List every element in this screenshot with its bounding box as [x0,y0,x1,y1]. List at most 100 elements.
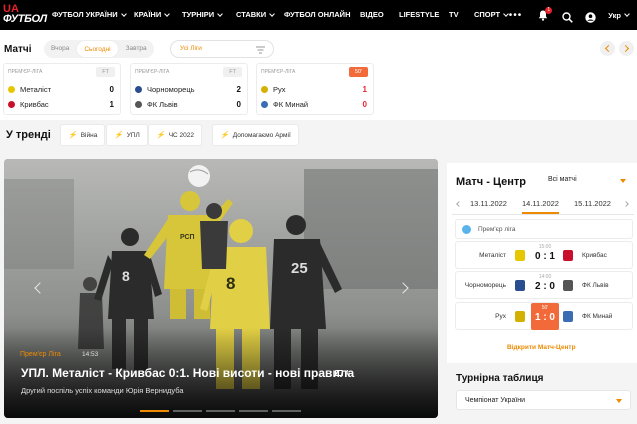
nav-item-label: ФУТБОЛ УКРАЇНИ [52,10,118,19]
user-account-icon[interactable] [585,10,596,23]
hero-title[interactable]: УПЛ. Металіст - Кривбас 0:1. Нові висоти… [21,366,354,380]
team-name: ФК Львів [147,99,178,109]
slide-indicator[interactable] [272,410,301,412]
nav-item[interactable]: КРАЇНИ [134,10,171,19]
match-center-filter-select[interactable]: Всі матчі [548,176,630,188]
nav-item[interactable]: LIFESTYLE [399,10,439,19]
match-center-row[interactable]: Металіст 15:00 0 : 1 Кривбас [455,241,633,269]
home-team-crest-icon [515,280,525,291]
match-center-row[interactable]: Рух 50' 1 : 0 ФК Минай [455,302,633,330]
day-tabs: Вчора Сьогодні Завтра [44,40,154,58]
standings-league-select[interactable]: Чемпіонат України [456,390,631,410]
hero-category[interactable]: Прем'єр Ліга [20,351,61,358]
team-name: Кривбас [20,99,49,109]
home-team-crest-icon [515,250,525,261]
league-filter-value: Усі Ліги [180,45,202,52]
team-name: ФК Минай [273,99,309,109]
nav-item-label: СТАВКИ [236,10,267,19]
chevron-down-icon [120,10,127,17]
top-navigation-bar: UA ФУТБОЛ ФУТБОЛ УКРАЇНИ КРАЇНИ ТУРНІРИ СТА… [0,0,637,30]
match-center-row[interactable]: Чорноморець 14:00 2 : 0 ФК Львів [455,271,633,299]
matches-prev-button[interactable] [600,41,615,56]
svg-text:25: 25 [291,260,308,277]
open-match-center-link[interactable]: Відкрити Матч-Центр [507,344,576,351]
lightning-icon: ⚡ [114,132,123,139]
svg-text:8: 8 [122,268,130,284]
slide-indicator[interactable] [206,410,235,412]
language-label: Укр [608,10,621,20]
trending-tag-label: УПЛ [126,131,140,139]
hero-comments[interactable]: 4 [335,368,349,378]
trending-tag[interactable]: ⚡ ЧС 2022 [148,124,203,146]
match-card-team-row: ФК Минай 0 [261,98,367,110]
team-crest-icon [135,85,142,93]
team-score: 1 [109,99,114,109]
away-team-name: ФК Львів [582,282,609,289]
nav-item[interactable]: СПОРТ [474,10,509,19]
trending-tag[interactable]: ⚡ Війна [60,124,106,146]
nav-item[interactable]: СТАВКИ [236,10,275,19]
site-logo[interactable]: UA ФУТБОЛ [2,0,47,30]
home-team-name: Чорноморець [464,282,506,289]
team-crest-icon [261,100,268,108]
trending-tag[interactable]: ⚡ УПЛ [106,124,148,146]
match-status-badge: FT [96,67,115,77]
matches-title: Матчі [4,44,32,55]
nav-item[interactable]: ФУТБОЛ УКРАЇНИ [52,10,127,19]
away-team-crest-icon [563,311,573,322]
svg-text:8: 8 [226,274,235,293]
dates-next-chevron-icon[interactable] [623,201,629,207]
nav-item[interactable]: ВІДЕО [360,10,384,19]
team-score: 0 [109,84,114,94]
day-tab[interactable]: Завтра [119,40,154,58]
nav-item-label: LIFESTYLE [399,10,440,19]
match-time: 50' [541,305,549,311]
slide-indicator[interactable] [140,410,169,412]
nav-item-label: ФУТБОЛ ОНЛАЙН [284,10,351,19]
match-card-team-row: Чорноморець 2 [135,83,241,95]
trending-tag-label: Допомагаємо Армії [232,131,291,139]
match-status-badge: FT [223,67,242,77]
match-center-title: Матч - Центр [456,176,527,188]
slide-indicator[interactable] [173,410,202,412]
match-card-league: Прем'єр-Ліга [8,69,43,75]
match-center-league-row[interactable]: Прем'єр ліга [455,219,633,239]
matches-next-button[interactable] [619,41,634,56]
match-status-badge: 50' [348,67,368,77]
chevron-down-icon [164,10,171,17]
lightning-icon: ⚡ [156,132,165,139]
date-next[interactable]: 15.11.2022 [574,199,611,208]
match-center-dates: 13.11.2022 14.11.2022 15.11.2022 [452,193,634,215]
trending-tag[interactable]: ⚡ Допомагаємо Армії [212,124,299,146]
day-tab[interactable]: Сьогодні [76,40,119,58]
match-card[interactable]: Прем'єр-Ліга FT Металіст 0 Кривбас 1 [3,63,121,115]
svg-text:РСП: РСП [180,234,195,241]
search-icon[interactable] [562,10,574,23]
date-current[interactable]: 14.11.2022 [522,199,559,214]
nav-item[interactable]: ТУРНІРИ [182,10,223,19]
standings-title: Турнірна таблиця [456,373,544,384]
match-card-team-row: Кривбас 1 [8,98,114,110]
hero-subtitle: Другий поспіль успіх команди Юрія Вернид… [21,386,184,395]
nav-item-label: ТУРНІРИ [182,10,215,19]
chevron-down-icon [269,10,275,17]
nav-item[interactable]: TV [449,10,459,19]
team-crest-icon [8,85,15,93]
match-score: 1 : 0 [534,312,555,323]
day-tab[interactable]: Вчора [44,40,76,58]
nav-item-label: TV [449,10,459,19]
date-prev[interactable]: 13.11.2022 [470,199,507,208]
team-score: 2 [236,84,241,94]
notifications-bell-icon[interactable]: 1 [538,6,553,21]
league-filter-select[interactable]: Усі Ліги [170,40,274,58]
header-actions: ••• 1 Укр [509,0,637,30]
slide-indicator[interactable] [239,410,268,412]
language-selector[interactable]: Укр [608,10,630,20]
chevron-right-icon [621,44,630,53]
nav-item[interactable]: ФУТБОЛ ОНЛАЙН [284,10,350,19]
more-menu-icon[interactable]: ••• [509,10,523,21]
dates-prev-chevron-icon[interactable] [456,201,462,207]
match-card[interactable]: Прем'єр-Ліга FT Чорноморець 2 ФК Львів 0 [130,63,248,115]
notifications-count-badge: 1 [545,6,553,14]
match-card[interactable]: Прем'єр-Ліга 50' Рух 1 ФК Минай 0 [256,63,374,115]
